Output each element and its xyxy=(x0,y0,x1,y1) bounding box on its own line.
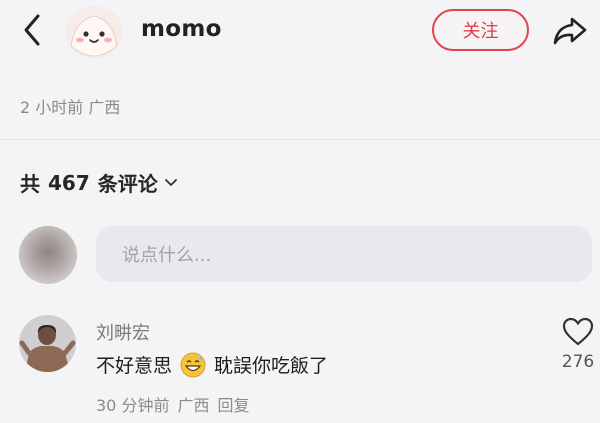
comment-text: 不好意思 耽誤你吃飯了 xyxy=(96,351,328,378)
comment-count: 467 xyxy=(48,170,90,195)
back-button[interactable] xyxy=(14,12,50,48)
like-button[interactable] xyxy=(562,317,594,347)
chevron-left-icon xyxy=(24,14,40,46)
comment-text-before: 不好意思 xyxy=(96,355,173,377)
count-suffix: 条评论 xyxy=(97,172,158,196)
post-meta: 2 小时前 广西 xyxy=(20,94,120,118)
grinning-sweat-emoji-icon xyxy=(180,352,206,378)
commenter-name[interactable]: 刘畊宏 xyxy=(96,319,150,345)
comment-footer: 30 分钟前 广西 回复 xyxy=(96,392,249,416)
divider xyxy=(0,139,600,140)
author-avatar[interactable] xyxy=(65,6,123,58)
comment-text-after: 耽誤你吃飯了 xyxy=(214,355,329,377)
follow-button[interactable]: 关注 xyxy=(432,9,529,51)
comment-count-sort[interactable]: 共 467 条评论 xyxy=(20,168,178,197)
comment-input[interactable]: 说点什么... xyxy=(96,226,592,282)
post-location: 广西 xyxy=(88,98,121,117)
like-count: 276 xyxy=(561,352,595,372)
post-time: 2 小时前 xyxy=(20,98,84,117)
comment-location: 广西 xyxy=(177,396,210,415)
comment-time: 30 分钟前 xyxy=(96,396,170,415)
current-user-avatar xyxy=(19,226,77,284)
top-bar: momo 关注 xyxy=(0,0,600,62)
reply-button[interactable]: 回复 xyxy=(217,392,249,416)
share-button[interactable] xyxy=(552,13,588,49)
commenter-avatar[interactable] xyxy=(19,315,76,372)
comment-input-placeholder: 说点什么... xyxy=(122,245,212,266)
count-prefix: 共 xyxy=(20,172,40,196)
chevron-down-icon xyxy=(164,178,178,188)
share-arrow-icon xyxy=(553,17,587,45)
heart-outline-icon xyxy=(562,317,594,346)
blurred-avatar-image xyxy=(19,226,77,284)
author-username[interactable]: momo xyxy=(141,16,222,42)
commenter-photo xyxy=(19,315,76,372)
cartoon-avatar-image xyxy=(65,6,123,58)
